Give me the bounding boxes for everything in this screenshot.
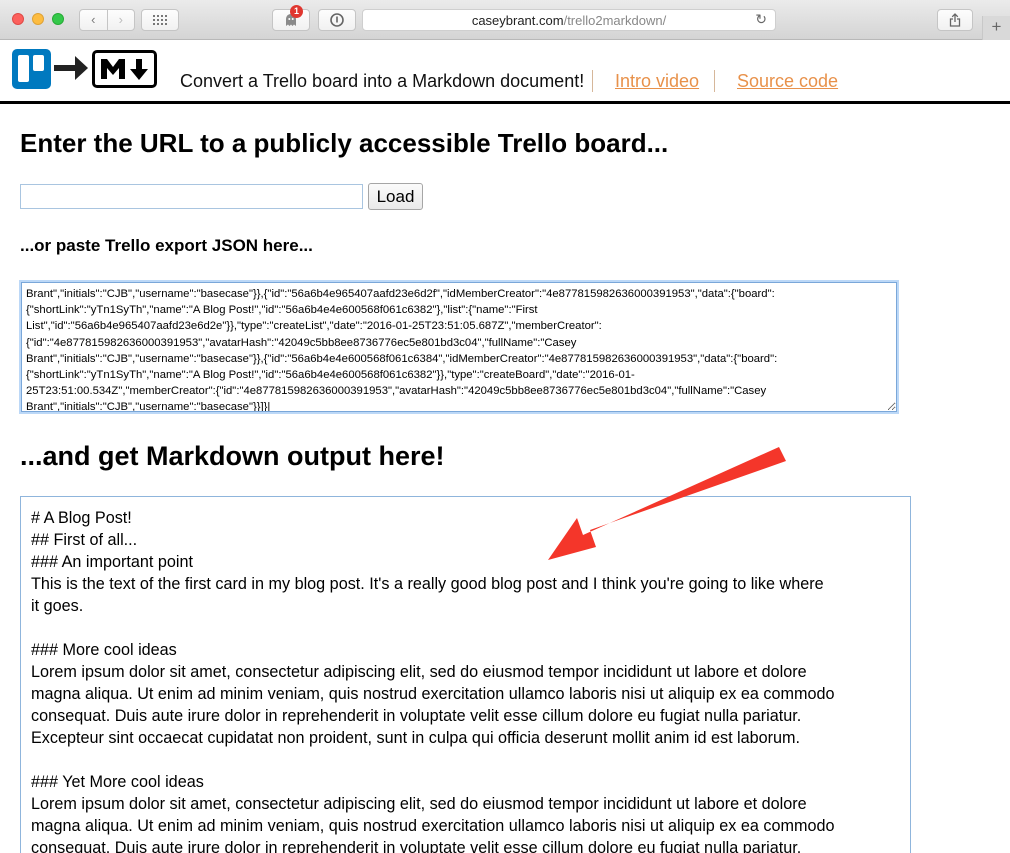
markdown-text-line: [31, 749, 900, 771]
markdown-text-line: ### Yet More cool ideas: [31, 773, 204, 791]
ghostery-extension-button[interactable]: 1: [272, 5, 310, 31]
header-divider: [714, 70, 715, 92]
trello-url-input[interactable]: [20, 184, 363, 209]
markdown-text-line: This is the text of the first card in my…: [31, 575, 824, 593]
notification-badge: 1: [290, 5, 303, 18]
share-icon: [949, 13, 961, 27]
minimize-window-button[interactable]: [32, 13, 44, 25]
markdown-text-line: [31, 617, 900, 639]
markdown-text-line: Lorem ipsum dolor sit amet, consectetur …: [31, 795, 807, 813]
json-text-line: Brant","initials":"CJB","username":"base…: [26, 352, 778, 365]
json-text-line: Brant","initials":"CJB","username":"base…: [26, 401, 271, 414]
markdown-text-line: ### More cool ideas: [31, 641, 177, 659]
header-divider: [592, 70, 593, 92]
markdown-text-line: magna aliqua. Ut enim ad minim veniam, q…: [31, 817, 835, 835]
zoom-window-button[interactable]: [52, 13, 64, 25]
info-circle-icon: [330, 13, 344, 27]
show-tabs-button[interactable]: [141, 9, 179, 31]
json-text-line: {"shortLink":"yTn1SyTh","name":"A Blog P…: [26, 304, 538, 317]
markdown-text-line: Lorem ipsum dolor sit amet, consectetur …: [31, 663, 807, 681]
share-button[interactable]: [937, 9, 973, 31]
trello-logo-icon: [12, 49, 51, 89]
forward-button[interactable]: ›: [106, 10, 135, 30]
url-section-heading: Enter the URL to a publicly accessible T…: [20, 128, 669, 158]
output-heading: ...and get Markdown output here!: [20, 441, 445, 471]
browser-toolbar: ‹ › 1 caseybrant.com/trello2markdown/ ↻: [0, 0, 1010, 40]
markdown-text-line: it goes.: [31, 597, 84, 615]
load-button[interactable]: Load: [368, 183, 423, 210]
json-text-line: {"shortLink":"yTn1SyTh","name":"A Blog P…: [26, 369, 635, 382]
paste-json-heading: ...or paste Trello export JSON here...: [20, 236, 313, 255]
markdown-text-line: # A Blog Post!: [31, 509, 132, 527]
source-code-link[interactable]: Source code: [737, 71, 838, 92]
markdown-text-line: magna aliqua. Ut enim ad minim veniam, q…: [31, 685, 835, 703]
intro-video-link[interactable]: Intro video: [615, 71, 699, 92]
site-tagline: Convert a Trello board into a Markdown d…: [180, 71, 585, 91]
markdown-text-line: ## First of all...: [31, 531, 138, 549]
right-arrow-icon: [54, 56, 88, 80]
new-tab-button[interactable]: +: [982, 16, 1010, 40]
markdown-text-line: consequat. Duis aute irure dolor in repr…: [31, 839, 802, 853]
extension-info-button[interactable]: [318, 9, 356, 31]
markdown-text-line: ### An important point: [31, 553, 193, 571]
json-input-textarea[interactable]: Brant","initials":"CJB","username":"base…: [19, 280, 899, 414]
json-text-line: Brant","initials":"CJB","username":"base…: [26, 288, 775, 300]
json-text-line: List","id":"56a6b4e965407aafd23e6d2e"}},…: [26, 320, 602, 333]
markdown-mark-icon: [101, 59, 148, 80]
markdown-text-line: Excepteur sint occaecat cupidatat non pr…: [31, 729, 801, 747]
markdown-logo-icon: [92, 50, 157, 88]
history-nav-group: ‹ ›: [79, 9, 135, 31]
grid-icon: [153, 15, 167, 25]
address-bar[interactable]: caseybrant.com/trello2markdown/ ↻: [362, 9, 776, 31]
markdown-output-textarea[interactable]: # A Blog Post! ## First of all... ### An i…: [20, 496, 911, 853]
markdown-text-line: consequat. Duis aute irure dolor in repr…: [31, 707, 802, 725]
url-host: caseybrant.com: [471, 12, 564, 28]
json-text-line: 25T23:51:00.534Z","memberCreator":{"id":…: [26, 385, 767, 398]
close-window-button[interactable]: [12, 13, 24, 25]
site-header: Convert a Trello board into a Markdown d…: [0, 40, 1010, 104]
back-button[interactable]: ‹: [80, 10, 107, 30]
reload-icon[interactable]: ↻: [755, 11, 767, 28]
json-text-line: {"id":"4e877815982636000391953","avatarH…: [26, 336, 577, 349]
url-path: /trello2markdown/: [563, 12, 667, 28]
